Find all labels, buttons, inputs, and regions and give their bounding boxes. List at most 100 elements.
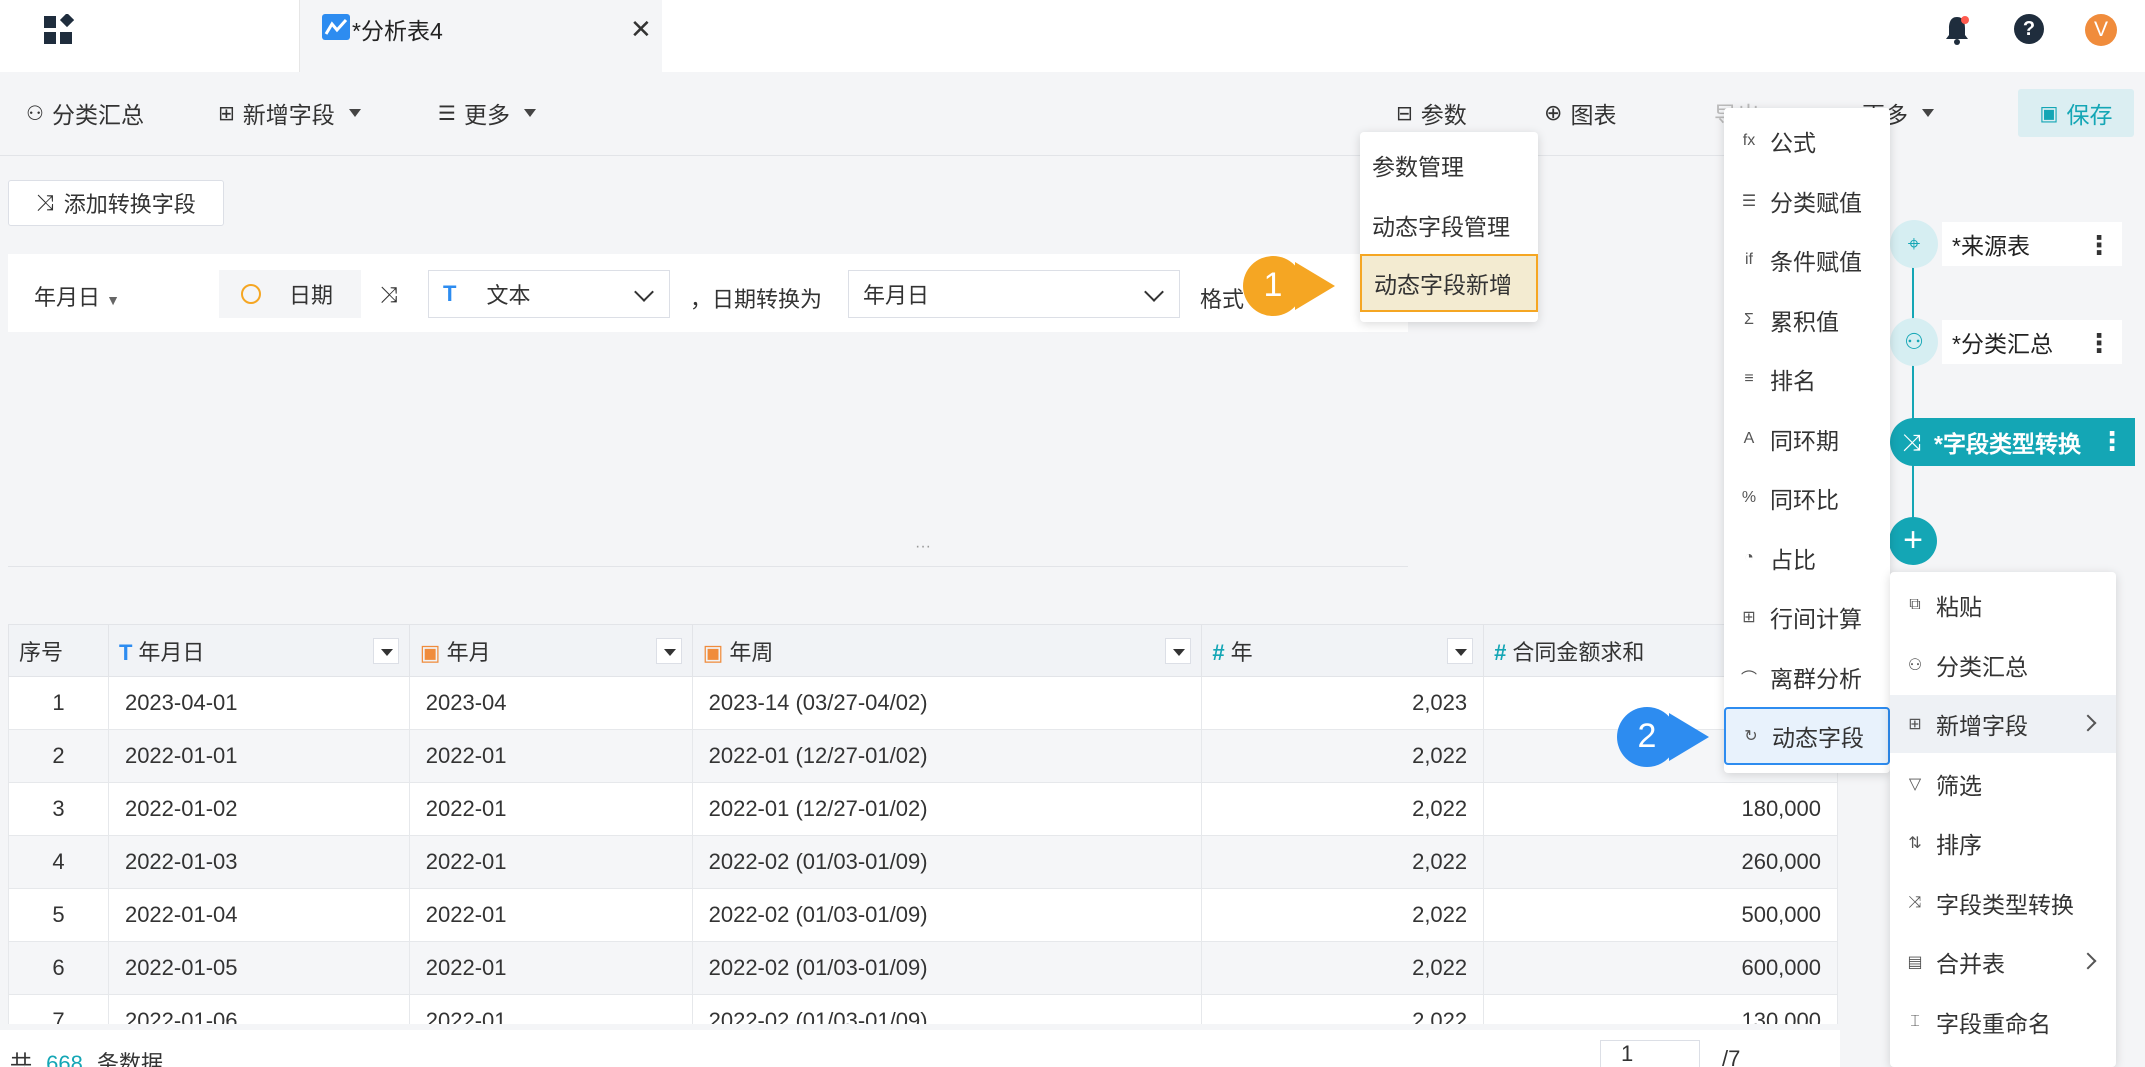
menu-item-formula[interactable]: ⊞ 行间计算 <box>1724 588 1890 646</box>
menu-item-label: 占比 <box>1770 546 1816 573</box>
context-menu-item[interactable]: ⤨ 字段类型转换 <box>1890 874 2116 932</box>
more-left-label: 更多 <box>463 102 510 128</box>
table-row[interactable]: 3 2022-01-02 2022-01 2022-01 (12/27-01/02) 2… <box>8 782 1838 836</box>
column-header[interactable]: ▣ 年周 <box>691 624 1203 677</box>
tab-title[interactable]: *分析表4 <box>352 12 443 46</box>
table-cell: 2,022 <box>1201 729 1485 783</box>
more-vertical-icon[interactable]: ⋮ <box>2086 328 2112 359</box>
more-left-button[interactable]: ☰ 更多 <box>438 96 536 130</box>
chart-line-icon <box>322 14 350 40</box>
menu-item-icon: Σ <box>1744 310 1754 328</box>
total-count: 668 <box>46 1051 83 1067</box>
total-suffix: 条数据 <box>96 1051 163 1067</box>
menu-item-formula[interactable]: if 条件赋值 <box>1724 231 1890 289</box>
menu-item-formula[interactable]: ≡ 排名 <box>1724 350 1890 408</box>
to-type-select[interactable]: T 文本 <box>428 270 670 318</box>
menu-item-icon: % <box>1741 489 1757 506</box>
save-button[interactable]: ▣ 保存 <box>2018 89 2134 137</box>
table-cell: 2022-01-05 <box>107 941 410 995</box>
context-menu-item[interactable]: ⊞ 新增字段 <box>1890 695 2116 753</box>
resize-handle[interactable]: ··· <box>915 538 931 556</box>
table-cell: 180,000 <box>1483 782 1838 836</box>
flow-node-group-summary[interactable]: ⚇ *分类汇总 ⋮ <box>1890 318 2122 366</box>
table-row[interactable]: 2 2022-01-01 2022-01 2022-01 (12/27-01/02) 2… <box>8 729 1838 783</box>
chevron-right-icon <box>2079 714 2097 732</box>
bell-icon[interactable] <box>1943 14 1971 46</box>
chevron-down-icon <box>634 282 654 302</box>
menu-item-formula[interactable]: ☰ 分类赋值 <box>1724 172 1890 230</box>
column-menu-button[interactable] <box>1447 638 1474 664</box>
column-header-label: 年月 <box>446 639 491 665</box>
menu-item-formula[interactable]: fx 公式 <box>1724 112 1890 170</box>
menu-item-formula[interactable]: Σ 累积值 <box>1724 291 1890 349</box>
caret-down-icon <box>1922 109 1934 117</box>
menu-item-label: 同环期 <box>1770 427 1839 454</box>
caret-down-icon <box>523 109 536 117</box>
blank-tab[interactable] <box>100 0 300 72</box>
text-type-icon: T <box>443 281 457 306</box>
context-menu-item[interactable]: ⇅ 排序 <box>1890 814 2116 872</box>
menu-item-formula[interactable]: ↻ 动态字段 <box>1724 707 1890 765</box>
add-node-button[interactable]: + <box>1889 517 1937 565</box>
menu-item-param-manage[interactable]: 参数管理 <box>1360 136 1538 194</box>
date-conversion-label: ，日期转换为 <box>690 287 823 312</box>
table-row[interactable]: 7 2022-01-06 2022-01 2022-02 (01/03-01/09) 2… <box>8 994 1838 1024</box>
more-vertical-icon[interactable]: ⋮ <box>2086 230 2112 261</box>
caret-down-icon <box>348 109 361 117</box>
menu-item-label: 离群分析 <box>1770 665 1862 692</box>
table-cell: 2022-02 (01/03-01/09) <box>691 835 1203 889</box>
group-summary-button[interactable]: ⚇ 分类汇总 <box>26 96 144 130</box>
page-total: /7 <box>1722 1046 1741 1067</box>
menu-item-formula[interactable]: % 同环比 <box>1724 469 1890 527</box>
table-row[interactable]: 1 2023-04-01 2023-04 2023-14 (03/27-04/02) 2… <box>8 676 1838 730</box>
page-input[interactable]: 1 <box>1600 1040 1700 1067</box>
params-button[interactable]: ⊟ 参数 <box>1396 96 1467 130</box>
menu-item-dynamic-field-manage[interactable]: 动态字段管理 <box>1360 196 1538 254</box>
menu-item-icon: fx <box>1742 132 1756 149</box>
column-menu-button[interactable] <box>1165 638 1192 664</box>
row-index-cell: 4 <box>8 835 109 889</box>
chart-label: 图表 <box>1570 102 1617 128</box>
params-label: 参数 <box>1420 102 1467 128</box>
close-icon[interactable]: ✕ <box>630 14 652 45</box>
menu-item-formula[interactable]: ⌒ 离群分析 <box>1724 648 1890 706</box>
date-type-icon: ▣ <box>419 639 441 665</box>
column-header[interactable]: T 年月日 <box>107 624 410 677</box>
add-field-button[interactable]: ⊞ 新增字段 <box>218 96 361 130</box>
flow-node-source[interactable]: ⌖ *来源表 ⋮ <box>1890 220 2122 268</box>
context-menu-item[interactable]: ⌶ 字段重命名 <box>1890 993 2116 1051</box>
menu-item-formula[interactable]: A 同环期 <box>1724 410 1890 468</box>
column-menu-button[interactable] <box>655 638 682 664</box>
row-index-cell: 3 <box>8 782 109 836</box>
menu-item-dynamic-field-add[interactable]: 动态字段新增 <box>1360 254 1538 312</box>
app-menu-icon[interactable] <box>42 14 74 46</box>
menu-item-formula[interactable]: ◔ 占比 <box>1724 529 1890 587</box>
context-menu-item[interactable]: ▤ 合并表 <box>1890 933 2116 991</box>
flow-connector <box>1912 240 1914 525</box>
help-icon[interactable]: ? <box>2014 14 2044 44</box>
more-vertical-icon[interactable]: ⋮ <box>2099 426 2125 457</box>
column-header[interactable]: # 年 <box>1201 624 1485 677</box>
context-menu-item[interactable]: ⚇ 分类汇总 <box>1890 636 2116 694</box>
table-cell: 2022-02 (01/03-01/09) <box>691 941 1203 995</box>
table-cell: 2022-01 (12/27-01/02) <box>691 782 1203 836</box>
chart-button[interactable]: ⊕ 图表 <box>1544 96 1616 130</box>
avatar[interactable]: V <box>2085 14 2117 46</box>
table-row[interactable]: 5 2022-01-04 2022-01 2022-02 (01/03-01/09) 2… <box>8 888 1838 942</box>
column-header[interactable]: ▣ 年月 <box>408 624 693 677</box>
table-row[interactable]: 4 2022-01-03 2022-01 2022-02 (01/03-01/09) 2… <box>8 835 1838 889</box>
table-cell: 2022-01 <box>408 782 693 836</box>
context-menu-item[interactable]: ⧉ 粘贴 <box>1890 576 2116 634</box>
flow-node-field-type-convert[interactable]: ⤨ *字段类型转换 ⋮ <box>1890 418 2135 466</box>
column-menu-button[interactable] <box>372 638 399 664</box>
add-transform-field-button[interactable]: ⤨ 添加转换字段 <box>8 180 224 226</box>
total-count-label: 共 668 条数据 <box>10 1046 163 1067</box>
table-row[interactable]: 6 2022-01-05 2022-01 2022-02 (01/03-01/09) 2… <box>8 941 1838 995</box>
menu-item-icon: ⚇ <box>1907 656 1923 674</box>
field-name-select[interactable]: 年月日 ▼ <box>34 280 120 312</box>
context-menu-item[interactable]: ▽ 筛选 <box>1890 755 2116 813</box>
table-cell: 260,000 <box>1483 835 1838 889</box>
date-format-select[interactable]: 年月日 <box>848 270 1180 318</box>
list-icon: ☰ <box>438 102 456 125</box>
save-icon: ▣ <box>2039 102 2059 125</box>
